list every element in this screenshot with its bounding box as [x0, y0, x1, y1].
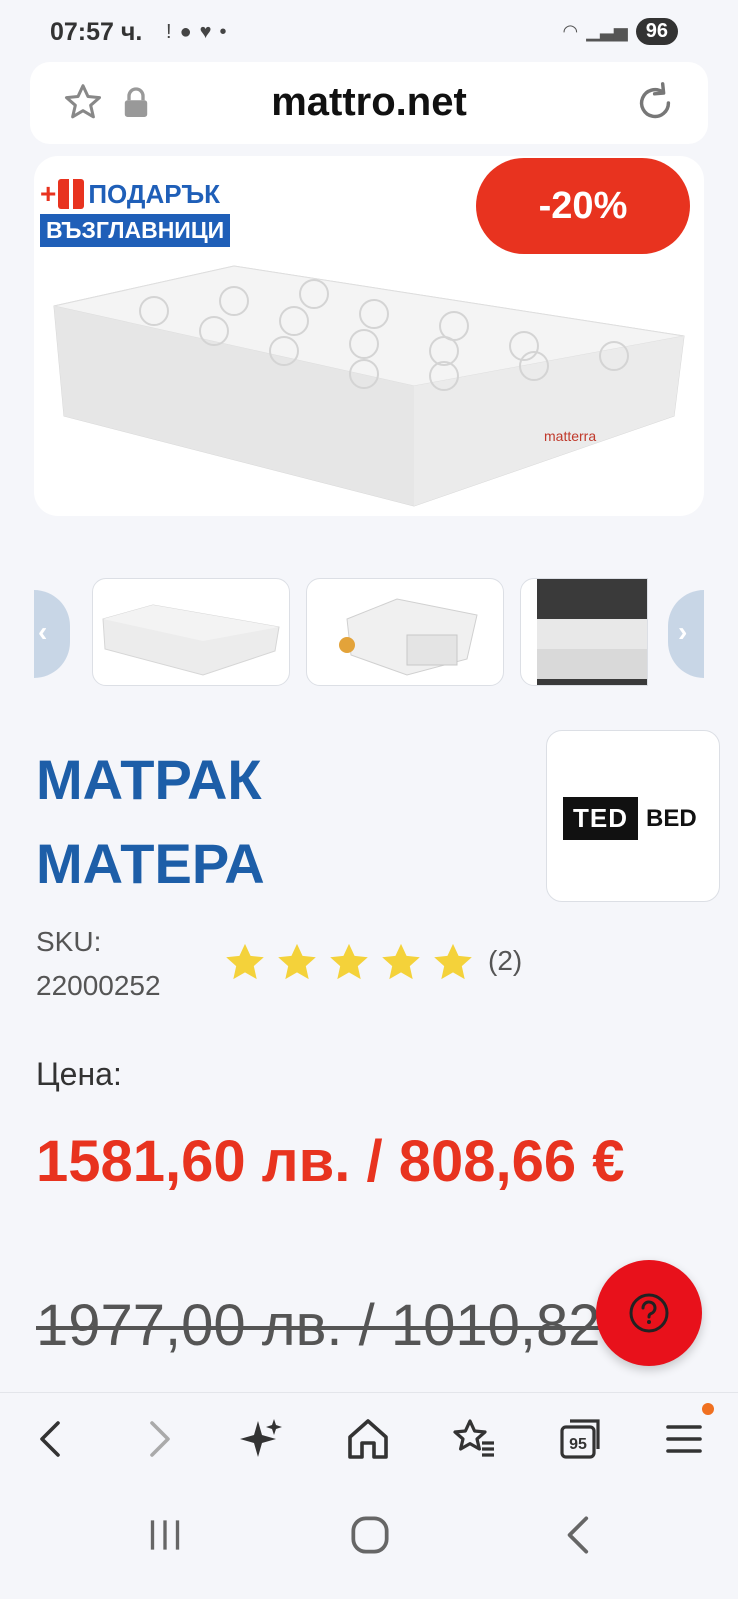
menu-icon[interactable]	[660, 1415, 708, 1463]
discount-badge: -20%	[476, 158, 690, 254]
status-time: 07:57 ч.	[50, 18, 143, 46]
notification-icons: ! ● ♥ •	[166, 20, 227, 44]
bookmarks-icon[interactable]	[450, 1415, 498, 1463]
brand-logo-secondary: BED	[646, 804, 697, 832]
svg-text:95: 95	[569, 1436, 587, 1453]
alert-icon: !	[166, 21, 172, 43]
svg-text:matterra: matterra	[544, 428, 596, 444]
gift-title: ПОДАРЪК	[88, 178, 221, 209]
tabs-icon[interactable]: 95	[556, 1415, 604, 1463]
thumbnail-bedroom-image	[537, 579, 647, 685]
gift-icon	[58, 179, 85, 209]
thumbnail-3[interactable]	[520, 578, 648, 686]
system-navigation-bar	[0, 1482, 738, 1599]
facebook-icon: ●	[179, 21, 192, 43]
system-back-icon[interactable]	[555, 1510, 605, 1560]
rating-stars[interactable]	[222, 940, 476, 986]
star-icon	[434, 943, 472, 980]
star-icon	[226, 943, 264, 980]
star-icon	[278, 943, 316, 980]
sku-value: 22000252	[36, 970, 161, 1001]
price-current: 1581,60 лв. / 808,66 €	[36, 1129, 625, 1194]
status-bar: 07:57 ч. ! ● ♥ • ◠ ▁▃▅ 96	[0, 0, 738, 64]
thumbnail-mattress-image	[102, 604, 280, 676]
recents-icon[interactable]	[140, 1510, 190, 1560]
brand-logo-primary: TED	[563, 797, 638, 840]
thumbnail-2[interactable]	[306, 578, 504, 686]
product-title: МАТРАК МАТЕРА	[36, 748, 265, 895]
product-main-image[interactable]: matterra + ПОДАРЪК ВЪЗГЛАВНИЦИ -20%	[34, 156, 704, 516]
help-button[interactable]	[596, 1260, 702, 1366]
browser-toolbar: 95	[0, 1392, 738, 1482]
signal-icon: ▁▃▅	[586, 21, 628, 41]
wifi-icon: ◠	[562, 21, 579, 41]
thumbnail-1[interactable]	[92, 578, 290, 686]
reviews-count[interactable]: (2)	[488, 945, 522, 977]
plus-icon: +	[40, 178, 57, 209]
battery-badge: 96	[635, 18, 678, 45]
gift-subtitle: ВЪЗГЛАВНИЦИ	[40, 214, 231, 247]
system-home-icon[interactable]	[345, 1510, 395, 1560]
back-icon[interactable]	[28, 1415, 76, 1463]
reload-icon[interactable]	[632, 80, 678, 126]
thumbnail-layers-image	[339, 598, 478, 676]
price-label: Цена:	[36, 1056, 122, 1092]
brand-logo-card[interactable]: TED BED	[546, 730, 720, 902]
mattress-image: matterra	[53, 265, 685, 507]
thumbnail-prev-button[interactable]: ‹	[34, 590, 70, 678]
forward-icon[interactable]	[134, 1415, 182, 1463]
url-bar[interactable]: mattro.net	[30, 62, 708, 144]
app-icon: ♥	[199, 21, 212, 43]
sku-label: SKU:	[36, 926, 102, 957]
home-icon[interactable]	[344, 1415, 392, 1463]
chevron-left-icon: ‹	[38, 616, 48, 647]
status-right: ◠ ▁▃▅ 96	[562, 18, 678, 45]
question-icon	[629, 1293, 669, 1333]
brand-logo: TED BED	[563, 797, 697, 840]
chevron-right-icon: ›	[678, 616, 688, 647]
thumbnail-next-button[interactable]: ›	[668, 590, 704, 678]
notification-dot	[702, 1403, 714, 1415]
price-old: 1977,00 лв. / 1010,82 €	[36, 1293, 636, 1358]
url-domain[interactable]: mattro.net	[30, 80, 708, 125]
star-icon	[330, 943, 368, 980]
gift-promo-label: + ПОДАРЪК ВЪЗГЛАВНИЦИ	[40, 178, 231, 247]
star-icon	[382, 943, 420, 980]
more-dot-icon: •	[219, 21, 227, 43]
ai-sparkle-icon[interactable]	[238, 1415, 286, 1463]
